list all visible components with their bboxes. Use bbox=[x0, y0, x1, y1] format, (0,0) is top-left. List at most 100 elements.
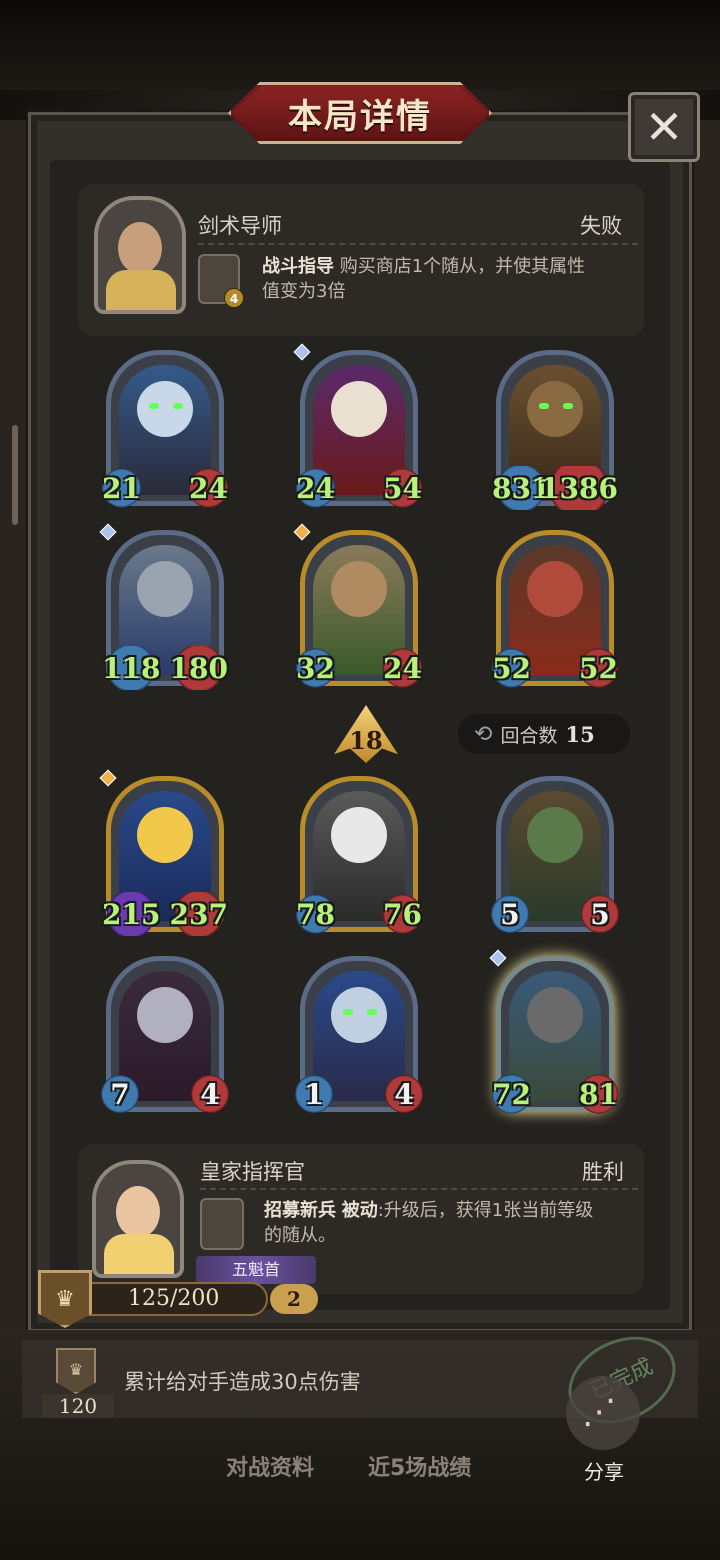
avatar-face bbox=[118, 222, 162, 274]
attack-value: 7 bbox=[98, 1072, 142, 1116]
card-head bbox=[527, 381, 583, 437]
card-head bbox=[331, 807, 387, 863]
health-value: 52 bbox=[575, 646, 622, 690]
player-result: 胜利 bbox=[582, 1160, 624, 1184]
health-value: 5 bbox=[578, 892, 622, 936]
health-value: 237 bbox=[165, 892, 232, 936]
quest-points: 120 bbox=[42, 1394, 114, 1418]
health-value: 54 bbox=[379, 466, 426, 510]
opponent-skill-icon[interactable]: 4 bbox=[198, 254, 244, 308]
rank-progress-value: 125/200 bbox=[86, 1282, 268, 1316]
divider bbox=[198, 243, 638, 245]
player-skill-description: 招募新兵 被动:升级后，获得1张当前等级 的随从。 bbox=[264, 1198, 636, 1248]
minion-card[interactable]: 21 24 bbox=[98, 350, 232, 510]
player-skill-icon[interactable] bbox=[200, 1198, 244, 1250]
player-avatar[interactable] bbox=[92, 1160, 184, 1278]
crown-icon: ♛ bbox=[38, 1270, 92, 1328]
minion-card[interactable]: 78 76 bbox=[292, 776, 426, 936]
rank-level: 2 bbox=[270, 1284, 318, 1314]
card-head bbox=[137, 807, 193, 863]
attack-value: 21 bbox=[98, 466, 145, 510]
attack-value: 52 bbox=[488, 646, 535, 690]
card-head bbox=[137, 381, 193, 437]
backdrop-top bbox=[0, 0, 720, 90]
skill-type: 被动 bbox=[341, 1200, 378, 1221]
round-counter: ⟲ 回合数 15 bbox=[458, 714, 630, 754]
card-head bbox=[527, 561, 583, 617]
skill-desc-line2: 的随从。 bbox=[264, 1225, 336, 1246]
minion-card[interactable]: 32 24 bbox=[292, 523, 426, 690]
opponent-avatar[interactable] bbox=[94, 196, 186, 314]
attack-value: 5 bbox=[488, 892, 532, 936]
avatar-face bbox=[116, 1186, 160, 1238]
skill-level-badge: 4 bbox=[224, 288, 244, 308]
skill-name: 战斗指导 bbox=[262, 256, 334, 277]
close-icon: ✕ bbox=[644, 100, 684, 154]
game-screen: 本局详情 ✕ 剑术导师 失败 4 战斗指导 购买商店1个随从，并使其属性 值变为… bbox=[0, 0, 720, 1560]
attack-value: 215 bbox=[98, 892, 165, 936]
tab-recent-matches[interactable]: 近5场战绩 bbox=[368, 1450, 471, 1482]
attack-value: 32 bbox=[292, 646, 339, 690]
card-head bbox=[137, 987, 193, 1043]
card-head bbox=[331, 561, 387, 617]
opponent-result: 失败 bbox=[580, 214, 622, 238]
skill-name: 招募新兵 bbox=[264, 1200, 336, 1221]
minion-card[interactable]: 118 180 bbox=[98, 523, 232, 690]
minion-card[interactable]: 7 4 bbox=[98, 956, 232, 1116]
round-value: 15 bbox=[565, 721, 595, 747]
crown-icon: ♛ bbox=[56, 1348, 96, 1394]
tab-battle-data[interactable]: 对战资料 bbox=[226, 1450, 314, 1482]
minion-card[interactable]: 52 52 bbox=[488, 530, 622, 690]
attack-value: 118 bbox=[98, 646, 165, 690]
minion-card[interactable]: 831 1386 bbox=[488, 350, 622, 510]
minion-card[interactable]: 5 5 bbox=[488, 776, 622, 936]
health-value: 24 bbox=[185, 466, 232, 510]
card-eye bbox=[149, 403, 159, 409]
health-value: 1386 bbox=[536, 466, 622, 510]
minion-card[interactable]: 24 54 bbox=[292, 343, 426, 510]
share-icon: ⋰ bbox=[582, 1392, 616, 1432]
minion-card[interactable]: 215 237 bbox=[98, 769, 232, 936]
card-eye bbox=[173, 403, 183, 409]
backdrop-right bbox=[690, 120, 720, 1420]
refresh-icon: ⟲ bbox=[474, 721, 493, 747]
share-label[interactable]: 分享 bbox=[584, 1456, 624, 1485]
card-eye bbox=[343, 1009, 353, 1015]
player-name: 皇家指挥官 bbox=[200, 1160, 305, 1184]
card-eye bbox=[367, 1009, 377, 1015]
health-value: 81 bbox=[575, 1072, 622, 1116]
attack-value: 1 bbox=[292, 1072, 336, 1116]
minion-card[interactable]: 72 81 bbox=[488, 949, 622, 1116]
divider bbox=[200, 1188, 638, 1190]
minion-card[interactable]: 1 4 bbox=[292, 956, 426, 1116]
health-value: 4 bbox=[188, 1072, 232, 1116]
opponent-name: 剑术导师 bbox=[198, 214, 282, 238]
page-title: 本局详情 bbox=[288, 96, 432, 137]
health-value: 180 bbox=[165, 646, 232, 690]
attack-value: 72 bbox=[488, 1072, 535, 1116]
round-label: 回合数 bbox=[500, 724, 558, 747]
scrollbar[interactable] bbox=[12, 425, 18, 525]
close-button[interactable]: ✕ bbox=[628, 92, 700, 162]
avatar-body bbox=[106, 270, 176, 310]
attack-value: 24 bbox=[292, 466, 339, 510]
card-head bbox=[137, 561, 193, 617]
quest-text: 累计给对手造成30点伤害 bbox=[124, 1370, 361, 1394]
card-eye bbox=[563, 403, 573, 409]
title-plate: 本局详情 bbox=[232, 86, 488, 140]
backdrop-left bbox=[0, 120, 30, 1420]
opponent-skill-description: 战斗指导 购买商店1个随从，并使其属性 值变为3倍 bbox=[262, 254, 632, 304]
card-head bbox=[331, 381, 387, 437]
health-value: 24 bbox=[379, 646, 426, 690]
skill-desc-line1: :升级后，获得1张当前等级 bbox=[377, 1200, 594, 1221]
health-value: 76 bbox=[379, 892, 426, 936]
skill-desc-line1: 购买商店1个随从，并使其属性 bbox=[334, 256, 586, 277]
attack-value: 78 bbox=[292, 892, 339, 936]
card-head bbox=[331, 987, 387, 1043]
card-head bbox=[527, 807, 583, 863]
card-eye bbox=[539, 403, 549, 409]
health-value: 4 bbox=[382, 1072, 426, 1116]
tavern-level-value: 18 bbox=[349, 725, 383, 755]
card-head bbox=[527, 987, 583, 1043]
skill-desc-line2: 值变为3倍 bbox=[262, 281, 346, 302]
